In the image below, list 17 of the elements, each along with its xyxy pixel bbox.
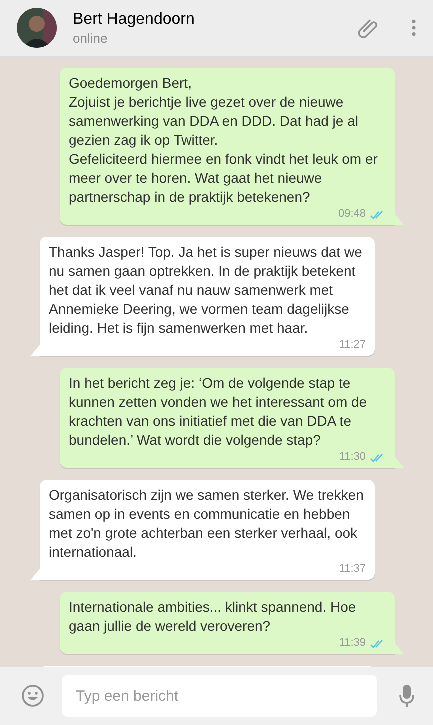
message-text: Thanks Jasper! Top. Ja het is super nieuws dat we nu samen gaan optrekken. In de praktijk betekent het dat ik veel vanaf nu nauw samenwerk met Annemieke Deering, we vormen team dagelijkse leiding. Het is fijn samenwerken met haar. [49, 243, 364, 338]
menu-icon[interactable] [411, 19, 417, 37]
message-text: Goedemorgen Bert, Zojuist je berichtje live gezet over de nieuwe samenwerking van DDA en DDD. Dat had je al gezien zag ik op Twitter. Gefeliciteerd hiermee en fonk vindt het leuk om er meer over te horen. Wat gaat het nieuwe partnerschap in de praktijk betekenen? [69, 74, 379, 207]
avatar[interactable] [17, 8, 57, 48]
message-text: Organisatorisch zijn we samen sterker. We trekken samen op in events en communicatie en hebben met zo'n grote achterban een sterker verhaal, ook internationaal. [49, 486, 365, 562]
message-input[interactable]: Typ een bericht [62, 675, 377, 717]
message-time: 09:48 [338, 207, 366, 222]
contact-name: Bert Hagendoorn [73, 10, 196, 28]
message-time: 11:30 [339, 450, 366, 465]
message-time: 11:27 [339, 338, 366, 353]
message-time: 11:37 [339, 562, 366, 577]
message-text: In het bericht zeg je: ‘Om de volgende stap te kunnen zetten vonden we het interessant om de krachten van ons initiatief met die van DDA te bundelen.’ Wat wordt die volgende stap? [69, 374, 368, 450]
contact-status: online [73, 30, 109, 46]
message-text: Internationale ambities... klinkt spannend. Hoe gaan jullie de wereld veroveren? [69, 598, 358, 636]
microphone-icon[interactable] [399, 684, 415, 708]
message-time: 11:39 [339, 636, 366, 651]
emoji-icon[interactable] [21, 684, 45, 708]
